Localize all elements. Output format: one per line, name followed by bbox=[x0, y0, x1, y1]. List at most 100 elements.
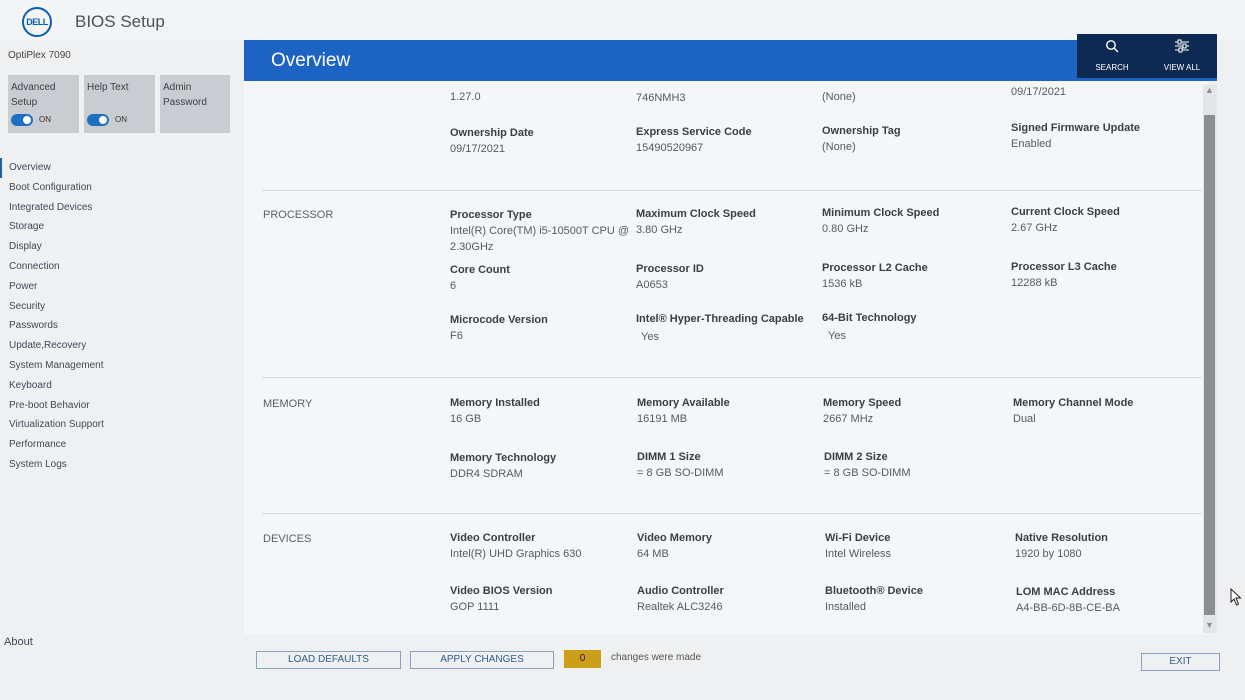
page-header: Overview SEARCH VIEW ALL bbox=[244, 34, 1217, 81]
view-all-button[interactable]: VIEW ALL bbox=[1147, 34, 1217, 78]
nav-item-passwords[interactable]: Passwords bbox=[0, 316, 243, 336]
field-label: Native Resolution bbox=[1015, 532, 1108, 544]
field-label: Memory Available bbox=[637, 397, 730, 409]
dimm-1-size-field: DIMM 1 Size = 8 GB SO-DIMM bbox=[637, 449, 724, 481]
field-value: 1536 kB bbox=[822, 278, 863, 290]
value-text: 1.27.0 bbox=[450, 91, 481, 103]
lom-mac-address-field: LOM MAC Address A4-BB-6D-8B-CE-BA bbox=[1016, 584, 1120, 616]
manufacture-date-value: 09/17/2021 bbox=[1011, 84, 1066, 100]
field-value: GOP 1111 bbox=[450, 601, 500, 613]
changes-status-text: changes were made bbox=[611, 652, 702, 663]
nav-item-security[interactable]: Security bbox=[0, 297, 243, 317]
field-label: Memory Channel Mode bbox=[1013, 397, 1134, 409]
vertical-scrollbar[interactable]: ▲ ▼ bbox=[1203, 85, 1217, 633]
toggle-state: ON bbox=[115, 115, 127, 124]
field-value: Yes bbox=[641, 331, 659, 343]
memory-section-label: MEMORY bbox=[263, 398, 313, 410]
help-text-tile[interactable]: Help Text ON bbox=[84, 75, 155, 133]
advanced-setup-toggle[interactable]: ON bbox=[11, 112, 51, 127]
native-resolution-field: Native Resolution 1920 by 1080 bbox=[1015, 530, 1108, 562]
video-controller-field: Video Controller Intel(R) UHD Graphics 6… bbox=[450, 530, 581, 562]
model-name: OptiPlex 7090 bbox=[8, 50, 71, 61]
field-value: Intel Wireless bbox=[825, 548, 892, 560]
field-value: Intel(R) UHD Graphics 630 bbox=[450, 548, 582, 560]
field-value: F6 bbox=[450, 330, 463, 342]
toggle-switch-icon bbox=[11, 113, 33, 126]
processor-type-field: Processor Type Intel(R) Core(TM) i5-1050… bbox=[450, 207, 630, 255]
l2-cache-field: Processor L2 Cache 1536 kB bbox=[822, 260, 928, 292]
changes-count-badge: 0 bbox=[564, 650, 601, 668]
scroll-thumb[interactable] bbox=[1204, 115, 1215, 615]
nav-item-boot-configuration[interactable]: Boot Configuration bbox=[0, 178, 243, 198]
field-value: Dual bbox=[1013, 413, 1036, 425]
view-all-label: VIEW ALL bbox=[1163, 63, 1201, 72]
field-label: DIMM 1 Size bbox=[637, 451, 701, 463]
field-label: Minimum Clock Speed bbox=[822, 207, 940, 219]
field-label: Video BIOS Version bbox=[450, 585, 553, 597]
field-value: (None) bbox=[822, 141, 856, 153]
section-divider bbox=[262, 190, 1202, 191]
wifi-device-field: Wi-Fi Device Intel Wireless bbox=[825, 530, 891, 562]
nav-item-system-logs[interactable]: System Logs bbox=[0, 455, 243, 475]
sliders-icon bbox=[1147, 39, 1217, 56]
current-clock-speed-field: Current Clock Speed 2.67 GHz bbox=[1011, 204, 1120, 236]
exit-button[interactable]: EXIT bbox=[1141, 653, 1220, 671]
field-label: Current Clock Speed bbox=[1011, 206, 1120, 218]
service-tag-value: 746NMH3 bbox=[636, 90, 686, 106]
max-clock-speed-field: Maximum Clock Speed 3.80 GHz bbox=[636, 206, 756, 238]
help-text-label: Help Text bbox=[87, 82, 129, 93]
title-bar: DELL BIOS Setup bbox=[0, 0, 1245, 40]
nav-item-virtualization-support[interactable]: Virtualization Support bbox=[0, 415, 243, 435]
toggle-state: ON bbox=[39, 115, 51, 124]
section-divider bbox=[262, 377, 1202, 378]
nav-item-display[interactable]: Display bbox=[0, 237, 243, 257]
nav-item-performance[interactable]: Performance bbox=[0, 435, 243, 455]
about-link[interactable]: About bbox=[4, 636, 33, 648]
nav-item-update-recovery[interactable]: Update,Recovery bbox=[0, 336, 243, 356]
field-label: Bluetooth® Device bbox=[825, 585, 923, 597]
search-label: SEARCH bbox=[1095, 63, 1129, 72]
toggle-switch-icon bbox=[87, 113, 109, 126]
dell-logo: DELL bbox=[22, 7, 52, 37]
nav-item-integrated-devices[interactable]: Integrated Devices bbox=[0, 198, 243, 218]
field-label: 64-Bit Technology bbox=[822, 312, 917, 324]
field-label: Video Memory bbox=[637, 532, 712, 544]
nav-item-pre-boot-behavior[interactable]: Pre-boot Behavior bbox=[0, 396, 243, 416]
field-label: Maximum Clock Speed bbox=[636, 208, 756, 220]
64-bit-technology-field: 64-Bit Technology Yes bbox=[822, 310, 917, 344]
field-value: 64 MB bbox=[637, 548, 669, 560]
scroll-down-arrow-icon[interactable]: ▼ bbox=[1205, 620, 1214, 630]
search-button[interactable]: SEARCH bbox=[1077, 34, 1147, 78]
field-label: Signed Firmware Update bbox=[1011, 122, 1140, 134]
load-defaults-button[interactable]: LOAD DEFAULTS bbox=[256, 651, 401, 669]
nav-item-overview[interactable]: Overview bbox=[0, 158, 243, 178]
nav-item-keyboard[interactable]: Keyboard bbox=[0, 376, 243, 396]
memory-available-field: Memory Available 16191 MB bbox=[637, 395, 730, 427]
admin-password-tile[interactable]: Admin Password bbox=[160, 75, 230, 133]
advanced-setup-tile[interactable]: Advanced Setup ON bbox=[8, 75, 79, 133]
page-title: Overview bbox=[271, 50, 351, 71]
field-label: Processor ID bbox=[636, 263, 704, 275]
nav-item-power[interactable]: Power bbox=[0, 277, 243, 297]
core-count-field: Core Count 6 bbox=[450, 262, 510, 294]
value-text: 09/17/2021 bbox=[1011, 86, 1067, 98]
field-label: Ownership Date bbox=[450, 127, 534, 139]
field-label: Microcode Version bbox=[450, 314, 548, 326]
nav-item-connection[interactable]: Connection bbox=[0, 257, 243, 277]
scroll-up-arrow-icon[interactable]: ▲ bbox=[1205, 85, 1214, 95]
field-value: Realtek ALC3246 bbox=[637, 601, 723, 613]
advanced-setup-label: Advanced Setup bbox=[11, 82, 56, 108]
nav-item-storage[interactable]: Storage bbox=[0, 217, 243, 237]
nav-item-system-management[interactable]: System Management bbox=[0, 356, 243, 376]
field-value: 16191 MB bbox=[637, 413, 688, 425]
value-text: 746NMH3 bbox=[636, 92, 686, 104]
video-bios-version-field: Video BIOS Version GOP 1111 bbox=[450, 583, 553, 615]
apply-changes-button[interactable]: APPLY CHANGES bbox=[410, 651, 554, 669]
help-text-toggle[interactable]: ON bbox=[87, 112, 127, 127]
express-service-code-field: Express Service Code 15490520967 bbox=[636, 124, 752, 156]
field-label: Memory Speed bbox=[823, 397, 902, 409]
memory-speed-field: Memory Speed 2667 MHz bbox=[823, 395, 901, 427]
field-label: DIMM 2 Size bbox=[824, 451, 888, 463]
field-value: A4-BB-6D-8B-CE-BA bbox=[1016, 602, 1120, 614]
field-label: Core Count bbox=[450, 264, 510, 276]
